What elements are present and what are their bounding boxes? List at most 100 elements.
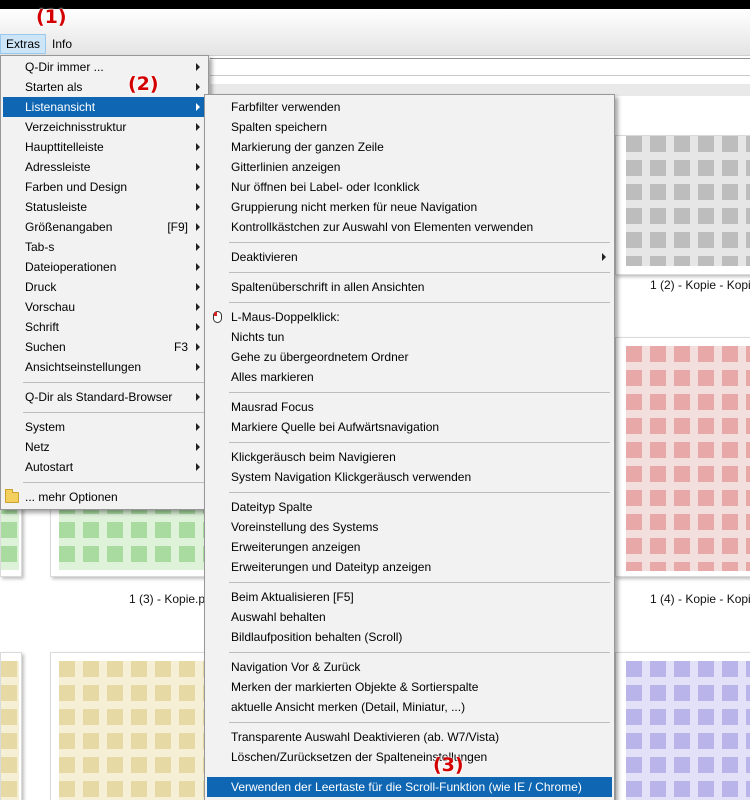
menu-item-q-dir-immer[interactable]: Q-Dir immer ... bbox=[3, 57, 206, 77]
menu-separator bbox=[229, 652, 610, 653]
submenu-item-deaktivieren[interactable]: Deaktivieren bbox=[207, 247, 612, 267]
submenu-item-markierung-zeile[interactable]: Markierung der ganzen Zeile bbox=[207, 137, 612, 157]
submenu-item-markiere-quelle[interactable]: Markiere Quelle bei Aufwärtsnavigation bbox=[207, 417, 612, 437]
menu-item-label: Dateityp Spalte bbox=[231, 500, 313, 514]
menu-item-label: Gruppierung nicht merken für neue Naviga… bbox=[231, 200, 478, 214]
menu-separator bbox=[23, 382, 204, 383]
thumbnail-partial[interactable] bbox=[0, 652, 22, 800]
menu-item-label: Beim Aktualisieren [F5] bbox=[231, 590, 354, 604]
submenu-item-gruppierung[interactable]: Gruppierung nicht merken für neue Naviga… bbox=[207, 197, 612, 217]
submenu-item-uebergeordneter-ordner[interactable]: Gehe zu übergeordnetem Ordner bbox=[207, 347, 612, 367]
thumbnail-1-4[interactable] bbox=[615, 337, 750, 577]
thumbnail-bottom-right[interactable] bbox=[615, 652, 750, 800]
menu-item-autostart[interactable]: Autostart bbox=[3, 457, 206, 477]
menu-item-mehr-optionen[interactable]: ... mehr Optionen bbox=[3, 487, 206, 507]
menu-item-label: Auswahl behalten bbox=[231, 610, 326, 624]
menu-item-listenansicht[interactable]: Listenansicht bbox=[3, 97, 206, 117]
address-toolbar bbox=[210, 56, 750, 96]
submenu-item-auswahl-behalten[interactable]: Auswahl behalten bbox=[207, 607, 612, 627]
submenu-item-erweiterungen[interactable]: Erweiterungen anzeigen bbox=[207, 537, 612, 557]
menu-item-farben-und-design[interactable]: Farben und Design bbox=[3, 177, 206, 197]
menu-item-label: Q-Dir als Standard-Browser bbox=[25, 390, 173, 404]
menu-item-label: Spaltenüberschrift in allen Ansichten bbox=[231, 280, 425, 294]
menu-item-label: Größenangaben bbox=[25, 220, 113, 234]
submenu-item-kontrollkaestchen[interactable]: Kontrollkästchen zur Auswahl von Element… bbox=[207, 217, 612, 237]
menu-separator bbox=[229, 392, 610, 393]
menu-item-starten-als[interactable]: Starten als bbox=[3, 77, 206, 97]
menu-separator bbox=[229, 442, 610, 443]
menu-item-label: Ansichtseinstellungen bbox=[25, 360, 142, 374]
submenu-arrow-icon bbox=[196, 363, 200, 371]
menu-item-label: Gehe zu übergeordnetem Ordner bbox=[231, 350, 409, 364]
submenu-arrow-icon bbox=[196, 263, 200, 271]
file-label[interactable]: 1 (4) - Kopie - Kopi bbox=[650, 592, 750, 606]
submenu-item-spalten-speichern[interactable]: Spalten speichern bbox=[207, 117, 612, 137]
menu-item-label: L-Maus-Doppelklick: bbox=[231, 310, 340, 324]
menu-item-label: Haupttitelleiste bbox=[25, 140, 104, 154]
menu-item-label: Listenansicht bbox=[25, 100, 96, 114]
thumbnail-bottom-left[interactable] bbox=[50, 652, 210, 800]
menu-item-ansichtseinstellungen[interactable]: Ansichtseinstellungen bbox=[3, 357, 206, 377]
menu-item-label: Autostart bbox=[25, 460, 74, 474]
menu-item-label: Farbfilter verwenden bbox=[231, 100, 341, 114]
submenu-item-alles-markieren[interactable]: Alles markieren bbox=[207, 367, 612, 387]
thumbnail-image bbox=[59, 661, 209, 800]
submenu-arrow-icon bbox=[196, 423, 200, 431]
menu-item-statusleiste[interactable]: Statusleiste bbox=[3, 197, 206, 217]
address-field[interactable] bbox=[210, 58, 750, 76]
menu-item-tabs[interactable]: Tab-s bbox=[3, 237, 206, 257]
file-label[interactable]: 1 (2) - Kopie - Kopi bbox=[650, 278, 750, 292]
thumbnail-image bbox=[626, 661, 750, 800]
submenu-item-farbfilter[interactable]: Farbfilter verwenden bbox=[207, 97, 612, 117]
submenu-item-klickgeraeusch[interactable]: Klickgeräusch beim Navigieren bbox=[207, 447, 612, 467]
submenu-item-dateityp-spalte: Dateityp Spalte bbox=[207, 497, 612, 517]
submenu-item-merken-objekte[interactable]: Merken der markierten Objekte & Sortiers… bbox=[207, 677, 612, 697]
submenu-item-aktuelle-ansicht[interactable]: aktuelle Ansicht merken (Detail, Miniatu… bbox=[207, 697, 612, 717]
menu-item-system[interactable]: System bbox=[3, 417, 206, 437]
menu-item-label: System Navigation Klickgeräusch verwende… bbox=[231, 470, 472, 484]
submenu-item-system-klickgeraeusch[interactable]: System Navigation Klickgeräusch verwende… bbox=[207, 467, 612, 487]
menu-extras[interactable]: Extras bbox=[0, 34, 47, 54]
menu-item-druck[interactable]: Druck bbox=[3, 277, 206, 297]
menu-item-label: Merken der markierten Objekte & Sortiers… bbox=[231, 680, 479, 694]
submenu-arrow-icon bbox=[196, 143, 200, 151]
menu-item-label: Tab-s bbox=[25, 240, 55, 254]
submenu-item-beim-aktualisieren: Beim Aktualisieren [F5] bbox=[207, 587, 612, 607]
menu-separator bbox=[229, 242, 610, 243]
submenu-item-spaltenueberschrift[interactable]: Spaltenüberschrift in allen Ansichten bbox=[207, 277, 612, 297]
menu-item-standard-browser[interactable]: Q-Dir als Standard-Browser bbox=[3, 387, 206, 407]
menu-item-verzeichnisstruktur[interactable]: Verzeichnisstruktur bbox=[3, 117, 206, 137]
submenu-arrow-icon bbox=[196, 463, 200, 471]
submenu-arrow-icon bbox=[196, 123, 200, 131]
menu-item-label: Netz bbox=[25, 440, 50, 454]
thumbnail-1-2[interactable] bbox=[615, 135, 750, 275]
submenu-item-nichts-tun[interactable]: Nichts tun bbox=[207, 327, 612, 347]
menu-item-dateioperationen[interactable]: Dateioperationen bbox=[3, 257, 206, 277]
menu-item-label: Nichts tun bbox=[231, 330, 285, 344]
menu-item-groessenangaben[interactable]: Größenangaben [F9] bbox=[3, 217, 206, 237]
menu-info[interactable]: Info bbox=[47, 34, 77, 54]
menu-item-haupttitelleiste[interactable]: Haupttitelleiste bbox=[3, 137, 206, 157]
menu-item-netz[interactable]: Netz bbox=[3, 437, 206, 457]
submenu-item-gitterlinien[interactable]: Gitterlinien anzeigen bbox=[207, 157, 612, 177]
submenu-item-nur-oeffnen[interactable]: Nur öffnen bei Label- oder Iconklick bbox=[207, 177, 612, 197]
file-label[interactable]: 1 (3) - Kopie.p bbox=[129, 592, 205, 606]
submenu-item-leertaste-scroll[interactable]: Verwenden der Leertaste für die Scroll-F… bbox=[207, 777, 612, 797]
annotation-1: (1) bbox=[36, 6, 67, 28]
menu-item-schrift[interactable]: Schrift bbox=[3, 317, 206, 337]
menu-item-adressleiste[interactable]: Adressleiste bbox=[3, 157, 206, 177]
menu-separator bbox=[23, 482, 204, 483]
menu-item-label: Erweiterungen anzeigen bbox=[231, 540, 361, 554]
menu-item-label: Klickgeräusch beim Navigieren bbox=[231, 450, 396, 464]
submenu-arrow-icon bbox=[196, 83, 200, 91]
submenu-item-voreinstellung[interactable]: Voreinstellung des Systems bbox=[207, 517, 612, 537]
submenu-item-spalteneinstellungen[interactable]: Löschen/Zurücksetzen der Spalteneinstell… bbox=[207, 747, 612, 767]
menu-item-suchen[interactable]: Suchen F3 bbox=[3, 337, 206, 357]
submenu-item-transparente-auswahl[interactable]: Transparente Auswahl Deaktivieren (ab. W… bbox=[207, 727, 612, 747]
menu-item-vorschau[interactable]: Vorschau bbox=[3, 297, 206, 317]
submenu-item-bildlaufposition[interactable]: Bildlaufposition behalten (Scroll) bbox=[207, 627, 612, 647]
submenu-item-erweiterungen-dateityp[interactable]: Erweiterungen und Dateityp anzeigen bbox=[207, 557, 612, 577]
submenu-item-l-maus-doppelklick: L-Maus-Doppelklick: bbox=[207, 307, 612, 327]
submenu-arrow-icon bbox=[196, 343, 200, 351]
submenu-item-mausrad-focus[interactable]: Mausrad Focus bbox=[207, 397, 612, 417]
